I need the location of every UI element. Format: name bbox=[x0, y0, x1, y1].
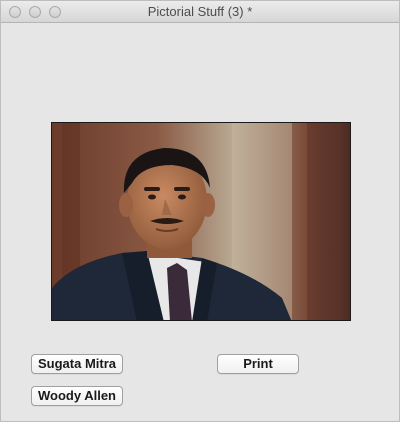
app-window: Pictorial Stuff (3) * Sugata Mitra Print… bbox=[0, 0, 400, 422]
title-bar[interactable]: Pictorial Stuff (3) * bbox=[1, 1, 399, 23]
portrait-image bbox=[52, 123, 350, 320]
portrait-photo bbox=[51, 122, 351, 321]
woody-allen-button[interactable]: Woody Allen bbox=[31, 386, 123, 406]
print-button[interactable]: Print bbox=[217, 354, 299, 374]
sugata-mitra-button[interactable]: Sugata Mitra bbox=[31, 354, 123, 374]
window-title: Pictorial Stuff (3) * bbox=[147, 4, 253, 19]
